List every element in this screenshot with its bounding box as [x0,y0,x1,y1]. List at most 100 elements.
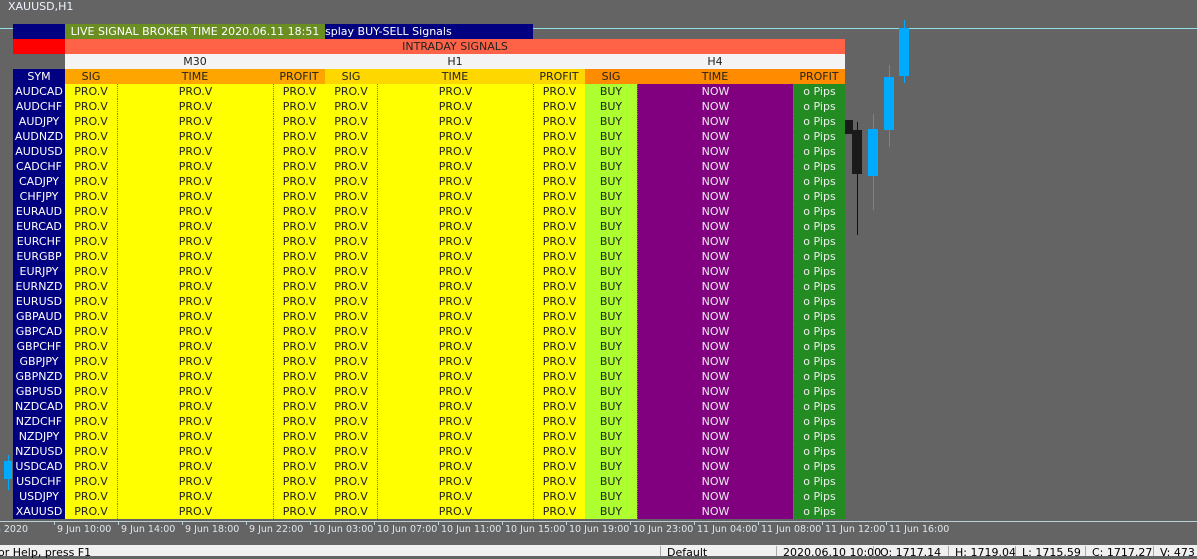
col-h1-time: TIME [377,69,533,84]
h1-sig-cell: PRO.V [325,384,377,399]
m30-sig-cell: PRO.V [65,144,117,159]
timeframe-h4: H4 [585,54,845,69]
symbol-cell[interactable]: USDJPY [13,489,65,504]
time-axis [0,521,1197,522]
symbol-cell[interactable]: NZDUSD [13,444,65,459]
symbol-cell[interactable]: EURAUD [13,204,65,219]
col-m30-profit: PROFIT [273,69,325,84]
status-datetime: 2020.06.10 10:00 [783,546,882,559]
timeframe-h1: H1 [325,54,585,69]
h4-sig-cell: BUY [585,369,637,384]
symbol-cell[interactable]: GBPUSD [13,384,65,399]
symbol-cell[interactable]: AUDCHF [13,99,65,114]
candle-body [899,28,909,76]
h4-profit-cell: o Pips [793,369,845,384]
symbol-cell[interactable]: GBPCAD [13,324,65,339]
m30-sig-cell: PRO.V [65,459,117,474]
h4-sig-cell: BUY [585,504,637,519]
h4-sig-cell: BUY [585,114,637,129]
h4-profit-cell: o Pips [793,189,845,204]
m30-time-cell: PRO.V [117,324,273,339]
h1-sig-cell: PRO.V [325,234,377,249]
m30-profit-cell: PRO.V [273,324,325,339]
m30-sig-cell: PRO.V [65,474,117,489]
h1-time-cell: PRO.V [377,339,533,354]
status-separator [873,546,874,556]
status-profile[interactable]: Default [667,547,707,559]
h1-time-cell: PRO.V [377,444,533,459]
time-axis-tick [886,521,887,525]
m30-profit-cell: PRO.V [273,444,325,459]
symbol-cell[interactable]: GBPAUD [13,309,65,324]
m30-profit-cell: PRO.V [273,474,325,489]
symbol-cell[interactable]: GBPNZD [13,369,65,384]
m30-sig-cell: PRO.V [65,444,117,459]
time-axis-label: 10 Jun 11:00 [441,524,502,535]
symbol-cell[interactable]: GBPCHF [13,339,65,354]
time-axis-tick [694,521,695,525]
h1-sig-cell: PRO.V [325,414,377,429]
symbol-cell[interactable]: EURGBP [13,249,65,264]
symbol-cell[interactable]: NZDCHF [13,414,65,429]
symbol-cell[interactable]: USDCHF [13,474,65,489]
m30-time-cell: PRO.V [117,504,273,519]
symbol-cell[interactable]: AUDNZD [13,129,65,144]
col-h4-sig: SIG [585,69,637,84]
h4-profit-cell: o Pips [793,414,845,429]
display-signals-button[interactable]: splay BUY-SELL Signals [325,24,533,39]
status-separator [1015,546,1016,556]
h4-time-cell: NOW [637,219,793,234]
h1-time-cell: PRO.V [377,324,533,339]
m30-sig-cell: PRO.V [65,429,117,444]
h1-time-cell: PRO.V [377,114,533,129]
symbol-cell[interactable]: AUDUSD [13,144,65,159]
m30-time-cell: PRO.V [117,279,273,294]
h4-time-cell: NOW [637,384,793,399]
h4-profit-cell: o Pips [793,339,845,354]
h4-time-cell: NOW [637,249,793,264]
broker-time-label: LIVE SIGNAL BROKER TIME 2020.06.11 18:51 [65,24,325,39]
h1-time-cell: PRO.V [377,399,533,414]
symbol-cell[interactable]: NZDJPY [13,429,65,444]
symbol-cell[interactable]: EURUSD [13,294,65,309]
h1-time-cell: PRO.V [377,189,533,204]
h1-time-cell: PRO.V [377,474,533,489]
time-axis-tick [118,521,119,525]
h1-time-cell: PRO.V [377,159,533,174]
m30-time-cell: PRO.V [117,354,273,369]
h1-profit-cell: PRO.V [533,399,585,414]
symbol-cell[interactable]: CADJPY [13,174,65,189]
h1-profit-cell: PRO.V [533,444,585,459]
time-axis-label: 9 Jun 22:00 [249,524,304,535]
symbol-cell[interactable]: EURCAD [13,219,65,234]
symbol-cell[interactable]: CADCHF [13,159,65,174]
h1-time-cell: PRO.V [377,489,533,504]
h4-sig-cell: BUY [585,339,637,354]
m30-time-cell: PRO.V [117,339,273,354]
h4-profit-cell: o Pips [793,159,845,174]
symbol-cell[interactable]: EURCHF [13,234,65,249]
symbol-cell[interactable]: EURNZD [13,279,65,294]
symbol-cell[interactable]: CHFJPY [13,189,65,204]
symbol-cell[interactable]: GBPJPY [13,354,65,369]
symbol-cell[interactable]: AUDJPY [13,114,65,129]
m30-profit-cell: PRO.V [273,414,325,429]
symbol-cell[interactable]: USDCAD [13,459,65,474]
m30-time-cell: PRO.V [117,219,273,234]
time-axis-label: 9 Jun 14:00 [121,524,176,535]
col-h1-sig: SIG [325,69,377,84]
h1-profit-cell: PRO.V [533,249,585,264]
symbol-cell[interactable]: XAUUSD [13,504,65,519]
h4-sig-cell: BUY [585,234,637,249]
h4-profit-cell: o Pips [793,84,845,99]
m30-profit-cell: PRO.V [273,204,325,219]
h4-time-cell: NOW [637,264,793,279]
h4-sig-cell: BUY [585,294,637,309]
symbol-cell[interactable]: NZDCAD [13,399,65,414]
symbol-cell[interactable]: EURJPY [13,264,65,279]
m30-profit-cell: PRO.V [273,489,325,504]
h1-sig-cell: PRO.V [325,219,377,234]
h1-time-cell: PRO.V [377,429,533,444]
h1-profit-cell: PRO.V [533,219,585,234]
symbol-cell[interactable]: AUDCAD [13,84,65,99]
